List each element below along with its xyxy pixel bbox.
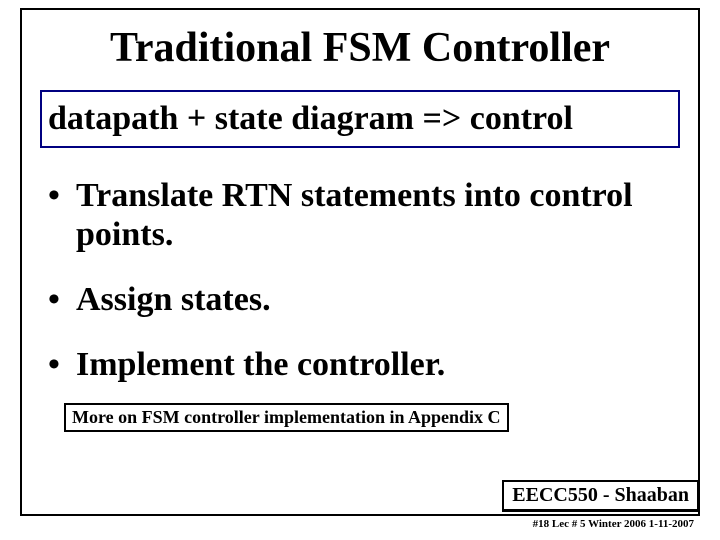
bullet-item: Implement the controller. [48, 345, 680, 384]
note-text: More on FSM controller implementation in… [72, 407, 501, 427]
subtitle-box: datapath + state diagram => control [40, 90, 680, 148]
footer-meta: #18 Lec # 5 Winter 2006 1-11-2007 [533, 518, 694, 530]
slide-frame: Traditional FSM Controller datapath + st… [20, 8, 700, 516]
bullet-item: Translate RTN statements into control po… [48, 176, 680, 254]
note-box: More on FSM controller implementation in… [64, 403, 509, 432]
slide-title: Traditional FSM Controller [40, 24, 680, 72]
footer-box: EECC550 - Shaaban [502, 480, 700, 512]
course-label: EECC550 - Shaaban [512, 484, 689, 506]
bullet-item: Assign states. [48, 280, 680, 319]
bullet-list: Translate RTN statements into control po… [40, 176, 680, 384]
subtitle-text: datapath + state diagram => control [48, 100, 672, 138]
